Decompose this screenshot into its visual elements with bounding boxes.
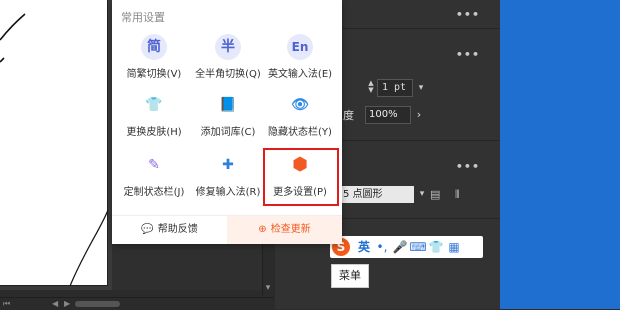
simplified-traditional-icon: 简 (141, 34, 167, 60)
panel-menu-dots-icon[interactable]: ••• (456, 8, 480, 21)
customize-pencil-icon: ✎ (148, 157, 160, 173)
menu-footer: 💬 帮助反馈 ⊕ 检查更新 (112, 215, 342, 244)
menu-item-english-input[interactable]: En 英文输入法(E) (262, 34, 338, 86)
menu-item-label: 英文输入法(E) (267, 69, 333, 80)
chat-bubble-icon: 💬 (141, 224, 154, 235)
highlight-annotation-box (263, 148, 339, 206)
check-update-label: 检查更新 (270, 224, 311, 235)
menu-item-customize-statusbar[interactable]: ✎ 定制状态栏(J) (116, 152, 192, 204)
desktop-background (500, 0, 620, 309)
stroke-weight-dropdown-icon[interactable]: ▾ (414, 79, 428, 97)
menu-item-label: 定制状态栏(J) (123, 187, 185, 198)
scroll-first-icon[interactable]: ⏮ (3, 298, 10, 310)
hide-eye-icon: 👁 (291, 97, 309, 113)
scroll-right-icon[interactable]: ▶ (64, 298, 70, 310)
menu-item-label: 添加词库(C) (200, 127, 256, 138)
fullwidth-halfwidth-icon: 半 (215, 34, 241, 60)
toolbox-grid-icon[interactable]: ▦ (445, 238, 463, 256)
menu-item-simplified-traditional[interactable]: 简 简繁切换(V) (116, 34, 192, 86)
menu-item-label: 修复输入法(R) (195, 187, 261, 198)
menu-item-add-dictionary[interactable]: 📘 添加词库(C) (190, 92, 266, 144)
ime-status-bar[interactable]: S 英 •, 🎤 ⌨ 👕 ▦ (330, 236, 483, 258)
punctuation-icon[interactable]: •, (373, 238, 391, 256)
repair-kit-icon: ✚ (222, 157, 234, 173)
menu-item-label: 简繁切换(V) (126, 69, 182, 80)
keyboard-icon[interactable]: ⌨ (409, 238, 427, 256)
ime-settings-menu: 常用设置 简 简繁切换(V) 半 全半角切换(Q) En 英文输入法(E) 👕 … (112, 0, 342, 244)
ime-language-toggle[interactable]: 英 (355, 238, 373, 256)
dictionary-book-icon: 📘 (219, 97, 237, 113)
brush-options-icon[interactable]: ⫴ (455, 188, 460, 202)
menu-item-change-skin[interactable]: 👕 更换皮肤(H) (116, 92, 192, 144)
opacity-field[interactable]: 100% (365, 106, 411, 124)
menu-item-label: 隐藏状态栏(Y) (268, 127, 332, 138)
menu-item-label: 更换皮肤(H) (126, 127, 182, 138)
panel-menu-dots-icon-2[interactable]: ••• (456, 48, 480, 61)
scroll-down-icon[interactable]: ▾ (262, 283, 274, 293)
stroke-weight-field[interactable]: 1 pt (377, 79, 413, 97)
microphone-icon[interactable]: 🎤 (391, 238, 409, 256)
check-update-button[interactable]: ⊕ 检查更新 (227, 216, 342, 244)
brush-shape-dropdown-icon[interactable]: ▾ (415, 186, 429, 203)
opacity-label: 度 (343, 109, 354, 122)
horizontal-scrollbar[interactable]: ⏮ ◀ ▶ (0, 297, 274, 309)
menu-tooltip: 菜单 (331, 264, 369, 288)
workspace-background (112, 240, 262, 290)
menu-item-fullwidth-halfwidth[interactable]: 半 全半角切换(Q) (190, 34, 266, 86)
document-canvas[interactable] (0, 0, 108, 286)
menu-item-hide-statusbar[interactable]: 👁 隐藏状态栏(Y) (262, 92, 338, 144)
menu-item-label: 全半角切换(Q) (195, 69, 261, 80)
scroll-left-icon[interactable]: ◀ (52, 298, 58, 310)
brush-shape-select[interactable]: 5 点圆形 (340, 186, 414, 203)
pen-stroke-drawing (0, 13, 108, 286)
scrollbar-thumb[interactable] (75, 301, 120, 307)
panel-menu-dots-icon-3[interactable]: ••• (456, 160, 480, 173)
update-arrow-icon: ⊕ (258, 224, 267, 235)
skin-shirt-icon[interactable]: 👕 (427, 238, 445, 256)
menu-item-repair-ime[interactable]: ✚ 修复输入法(R) (190, 152, 266, 204)
brush-library-icon[interactable]: ▤ (430, 188, 440, 201)
help-feedback-label: 帮助反馈 (157, 224, 198, 235)
opacity-arrow-icon[interactable]: › (412, 106, 426, 124)
help-feedback-button[interactable]: 💬 帮助反馈 (112, 216, 227, 244)
english-input-icon: En (287, 34, 313, 60)
stroke-weight-spinner-icon[interactable]: ▲ ▼ (367, 80, 375, 94)
skin-shirt-icon: 👕 (145, 97, 163, 113)
menu-section-title: 常用设置 (121, 11, 165, 24)
